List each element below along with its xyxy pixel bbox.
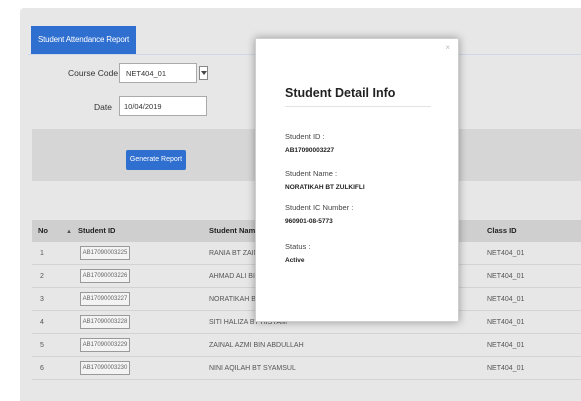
status-value: Active	[285, 257, 305, 264]
student-id-button[interactable]: AB17090003230	[80, 361, 130, 375]
student-id-button[interactable]: AB17090003228	[80, 315, 130, 329]
divider	[285, 106, 431, 107]
cell-class-id: NET404_01	[487, 365, 525, 372]
cell-no: 6	[40, 365, 44, 372]
student-ic-value: 960901-08-5773	[285, 218, 333, 225]
cell-student-name: ZAINAL AZMI BIN ABDULLAH	[209, 342, 304, 349]
date-value: 10/04/2019	[124, 102, 162, 111]
date-input[interactable]: 10/04/2019	[119, 96, 207, 116]
student-id-button[interactable]: AB17090003225	[80, 246, 130, 260]
cell-class-id: NET404_01	[487, 250, 525, 257]
tab-student-attendance-report[interactable]: Student Attendance Report	[31, 26, 137, 54]
cell-class-id: NET404_01	[487, 342, 525, 349]
date-label: Date	[94, 102, 112, 112]
cell-no: 4	[40, 319, 44, 326]
table-row[interactable]: 6 AB17090003230 NINI AQILAH BT SYAMSUL N…	[32, 357, 581, 380]
sort-icon: ▲	[66, 229, 72, 235]
course-code-label: Course Code	[68, 68, 119, 78]
cell-no: 1	[40, 250, 44, 257]
student-id-button[interactable]: AB17090003227	[80, 292, 130, 306]
header-student-name[interactable]: Student Name	[209, 220, 259, 242]
close-icon[interactable]: ×	[445, 43, 450, 52]
cell-no: 2	[40, 273, 44, 280]
header-no[interactable]: No	[38, 220, 48, 242]
chevron-down-icon[interactable]	[199, 66, 208, 80]
cell-class-id: NET404_01	[487, 296, 525, 303]
student-id-label: Student ID :	[285, 132, 325, 141]
cell-student-name: NINI AQILAH BT SYAMSUL	[209, 365, 296, 372]
modal-title: Student Detail Info	[285, 86, 396, 100]
student-ic-label: Student IC Number :	[285, 203, 354, 212]
student-id-value: AB17090003227	[285, 147, 335, 154]
cell-class-id: NET404_01	[487, 319, 525, 326]
student-name-label: Student Name :	[285, 169, 338, 178]
student-id-button[interactable]: AB17090003229	[80, 338, 130, 352]
course-code-select[interactable]: NET404_01	[119, 63, 208, 83]
cell-student-name: AHMAD ALI BIN	[209, 273, 260, 280]
cell-no: 3	[40, 296, 44, 303]
table-row[interactable]: 5 AB17090003229 ZAINAL AZMI BIN ABDULLAH…	[32, 334, 581, 357]
course-code-value: NET404_01	[126, 69, 167, 78]
student-detail-modal: × Student Detail Info Student ID : AB170…	[255, 38, 459, 322]
header-student-id-label: Student ID	[77, 226, 116, 235]
cell-class-id: NET404_01	[487, 273, 525, 280]
header-class-id[interactable]: Class ID	[487, 220, 517, 242]
student-name-value: NORATIKAH BT ZULKIFLI	[285, 184, 365, 191]
header-student-id[interactable]: ▲ Student ID	[66, 220, 115, 242]
student-id-button[interactable]: AB17090003226	[80, 269, 130, 283]
status-label: Status :	[285, 242, 311, 251]
generate-report-button[interactable]: Generate Report	[126, 150, 186, 170]
cell-no: 5	[40, 342, 44, 349]
